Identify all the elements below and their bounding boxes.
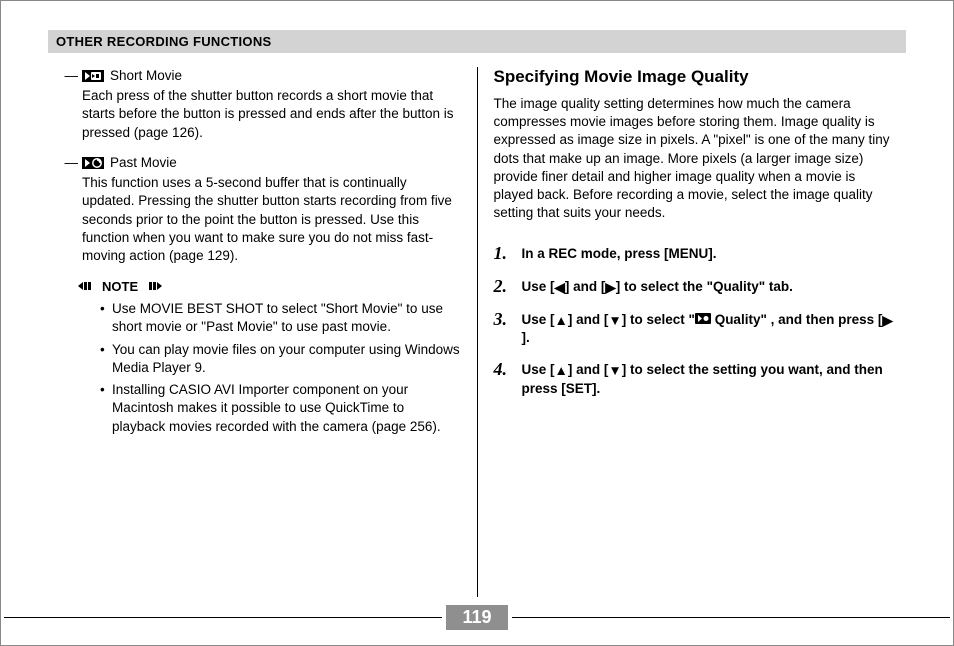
triangle-up-icon: ▲ xyxy=(555,312,568,330)
page-number: 119 xyxy=(446,605,507,630)
list-dash: — xyxy=(58,154,82,265)
step-number: 4 xyxy=(494,359,503,379)
triangle-right-icon: ▶ xyxy=(882,312,892,330)
note-label: NOTE xyxy=(102,279,138,294)
movie-title: Past Movie xyxy=(110,154,177,172)
movie-body: Each press of the shutter button records… xyxy=(82,87,461,142)
triangle-up-icon: ▲ xyxy=(555,362,568,380)
step-item: 1. In a REC mode, press [MENU]. xyxy=(494,243,897,264)
step-number: 3 xyxy=(494,309,503,329)
movie-quality-icon xyxy=(695,311,711,329)
note-item: Use MOVIE BEST SHOT to select "Short Mov… xyxy=(102,300,461,336)
left-column: — Short Movie Each press of the shutter … xyxy=(48,67,471,597)
footer-rule-right xyxy=(512,617,950,618)
step-text: Use [▲] and [▼] to select the setting yo… xyxy=(522,359,897,397)
column-divider xyxy=(477,67,478,597)
note-heading: NOTE xyxy=(78,279,461,294)
right-column: Specifying Movie Image Quality The image… xyxy=(484,67,907,597)
step-text: Use [▲] and [▼] to select " Quality" , a… xyxy=(522,309,897,348)
triangle-down-icon: ▼ xyxy=(608,362,621,380)
manual-page: OTHER RECORDING FUNCTIONS — Short Movie … xyxy=(0,0,954,646)
list-dash: — xyxy=(58,67,82,142)
movie-item-past: — Past Movie This function uses a 5-seco… xyxy=(58,154,461,265)
note-list: Use MOVIE BEST SHOT to select "Short Mov… xyxy=(58,300,461,436)
past-movie-icon xyxy=(82,157,104,169)
step-text: Use [◀] and [▶] to select the "Quality" … xyxy=(522,276,793,296)
note-deco-right-icon xyxy=(144,279,162,294)
note-item: Installing CASIO AVI Importer component … xyxy=(102,381,461,436)
right-heading: Specifying Movie Image Quality xyxy=(494,67,897,87)
movie-item-short: — Short Movie Each press of the shutter … xyxy=(58,67,461,142)
short-movie-icon xyxy=(82,70,104,82)
two-column-layout: — Short Movie Each press of the shutter … xyxy=(48,67,906,597)
step-item: 4. Use [▲] and [▼] to select the setting… xyxy=(494,359,897,397)
triangle-right-icon: ▶ xyxy=(605,279,615,297)
section-title: OTHER RECORDING FUNCTIONS xyxy=(48,30,906,53)
right-intro: The image quality setting determines how… xyxy=(494,95,897,223)
step-number: 2 xyxy=(494,276,503,296)
footer-rule-left xyxy=(4,617,442,618)
movie-body: This function uses a 5-second buffer tha… xyxy=(82,174,461,265)
note-item: You can play movie files on your compute… xyxy=(102,341,461,377)
step-item: 2. Use [◀] and [▶] to select the "Qualit… xyxy=(494,276,897,297)
triangle-left-icon: ◀ xyxy=(555,279,565,297)
step-text: In a REC mode, press [MENU]. xyxy=(522,243,717,263)
triangle-down-icon: ▼ xyxy=(608,312,621,330)
steps-list: 1. In a REC mode, press [MENU]. 2. Use [… xyxy=(494,243,897,398)
note-deco-left-icon xyxy=(78,279,96,294)
movie-title: Short Movie xyxy=(110,67,182,85)
step-item: 3. Use [▲] and [▼] to select " Quality" … xyxy=(494,309,897,348)
page-footer: 119 xyxy=(0,605,954,630)
step-number: 1 xyxy=(494,243,503,263)
